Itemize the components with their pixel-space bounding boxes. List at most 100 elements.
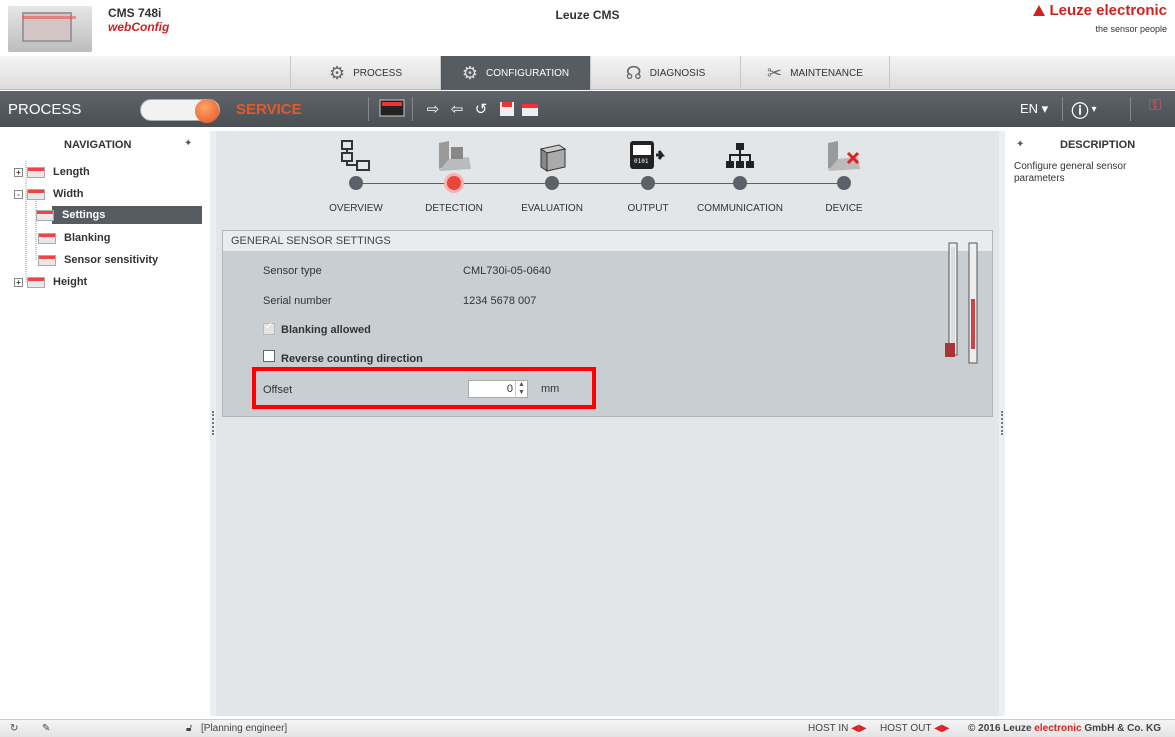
description-panel: ✦ DESCRIPTION Configure general sensor p… xyxy=(1006,131,1175,716)
general-sensor-settings-panel: GENERAL SENSOR SETTINGS Sensor type CML7… xyxy=(222,230,993,417)
step-detection-icon-box[interactable] xyxy=(404,131,504,181)
host-in-label: HOST IN xyxy=(808,723,849,734)
step-device-icon-box[interactable] xyxy=(794,131,894,181)
step-output-icon-box[interactable]: 0101 xyxy=(598,131,698,181)
description-title: DESCRIPTION xyxy=(1060,139,1136,151)
undo-icon[interactable]: ↺ xyxy=(470,98,492,120)
blanking-allowed-label: Blanking allowed xyxy=(281,324,371,336)
mode-toggle-switch[interactable] xyxy=(140,99,220,123)
language-select[interactable]: EN ▾ xyxy=(1020,101,1048,117)
copyright-brand: electronic xyxy=(1034,723,1082,734)
tab-label: CONFIGURATION xyxy=(485,67,570,79)
nav-item-label: Blanking xyxy=(64,232,111,244)
step-device-label[interactable]: DEVICE xyxy=(789,203,899,214)
toolbar-separator xyxy=(1130,97,1131,121)
blanking-allowed-checkbox: ✓ xyxy=(263,321,275,335)
brand-logo: Leuze electronic xyxy=(1033,2,1167,19)
folder-icon xyxy=(27,188,45,200)
communication-icon xyxy=(690,131,790,181)
pin-icon[interactable]: ✦ xyxy=(1016,139,1024,150)
save-icon[interactable] xyxy=(496,98,518,120)
edit-icon[interactable]: ✎ xyxy=(42,723,50,734)
step-communication-label[interactable]: COMMUNICATION xyxy=(685,203,795,214)
main-tab-bar: ⚙ PROCESS ⚙ CONFIGURATION ☊ DIAGNOSIS ✂ … xyxy=(0,56,1175,90)
sensor-type-value: CML730i-05-0640 xyxy=(463,265,552,277)
leuze-logo-icon xyxy=(1033,5,1046,16)
nav-item-label: Sensor sensitivity xyxy=(64,254,159,266)
folder-icon xyxy=(38,254,56,266)
folder-icon xyxy=(36,209,54,221)
chevron-down-icon: ▾ xyxy=(1091,103,1097,115)
step-overview-icon-box[interactable] xyxy=(306,131,406,181)
folder-icon xyxy=(27,276,45,288)
description-text: Configure general sensor parameters xyxy=(1014,161,1127,184)
reverse-counting-checkbox[interactable] xyxy=(263,350,275,362)
mode-toggle-knob[interactable] xyxy=(195,99,219,123)
monitor-icon[interactable] xyxy=(378,98,406,120)
nav-item-label: Settings xyxy=(62,209,106,221)
user-role: [Planning engineer] xyxy=(201,723,288,734)
download-icon[interactable]: ⇦ xyxy=(446,98,468,120)
nav-item-blanking[interactable]: Blanking xyxy=(38,229,110,247)
device-icon xyxy=(794,131,894,181)
step-detection-label[interactable]: DETECTION xyxy=(399,203,509,214)
right-splitter[interactable] xyxy=(999,131,1005,716)
toolbar-separator xyxy=(368,97,369,121)
nav-item-width[interactable]: - Width xyxy=(14,185,83,203)
step-communication-dot[interactable] xyxy=(733,176,747,190)
overview-icon xyxy=(306,131,406,181)
tab-configuration[interactable]: ⚙ CONFIGURATION xyxy=(440,56,590,90)
host-out-status: HOST OUT ◀▶ xyxy=(880,723,949,734)
panel-title: GENERAL SENSOR SETTINGS xyxy=(223,231,992,251)
check-icon: ✓ xyxy=(265,321,274,332)
tab-label: MAINTENANCE xyxy=(790,67,863,79)
toolbar-separator xyxy=(1062,97,1063,121)
step-evaluation-dot[interactable] xyxy=(545,176,559,190)
status-bar: ↻ ✎ 🔓︎ [Planning engineer] HOST IN ◀▶ HO… xyxy=(0,719,1175,737)
step-communication-icon-box[interactable] xyxy=(690,131,790,181)
step-overview-label[interactable]: OVERVIEW xyxy=(301,203,411,214)
step-device-dot[interactable] xyxy=(837,176,851,190)
step-evaluation-label[interactable]: EVALUATION xyxy=(497,203,607,214)
evaluation-icon xyxy=(502,131,602,181)
toolbar: PROCESS SERVICE ⇨ ⇦ ↺ EN ▾ ⓘ ▾ ⚿ xyxy=(0,91,1175,127)
splitter-grip[interactable] xyxy=(212,411,214,435)
tools-icon: ✂ xyxy=(767,62,783,83)
reverse-counting-label[interactable]: Reverse counting direction xyxy=(281,353,423,365)
nav-item-settings[interactable]: Settings xyxy=(36,206,202,224)
host-in-status: HOST IN ◀▶ xyxy=(808,723,867,734)
nav-item-label: Height xyxy=(53,276,88,288)
expand-icon[interactable]: + xyxy=(14,167,23,177)
light-curtain-sensor-image xyxy=(945,242,978,364)
expand-icon[interactable]: + xyxy=(14,277,23,287)
step-overview-dot[interactable] xyxy=(349,176,363,190)
tab-maintenance[interactable]: ✂ MAINTENANCE xyxy=(740,56,890,90)
host-in-icon: ◀▶ xyxy=(851,723,867,734)
nav-item-length[interactable]: + Length xyxy=(14,163,90,181)
serial-number-value: 1234 5678 007 xyxy=(463,295,537,307)
configuration-icon: ⚙ xyxy=(461,62,478,83)
serial-number-label: Serial number xyxy=(263,295,332,307)
step-evaluation-icon-box[interactable] xyxy=(502,131,602,181)
navigation-title: NAVIGATION xyxy=(64,139,132,151)
step-detection-dot[interactable] xyxy=(447,176,461,190)
pin-icon[interactable]: ✦ xyxy=(184,138,192,149)
nav-item-sensor-sensitivity[interactable]: Sensor sensitivity xyxy=(38,251,158,269)
nav-item-label: Length xyxy=(53,166,90,178)
login-icon[interactable]: ⚿ xyxy=(1142,97,1168,121)
upload-icon[interactable]: ⇨ xyxy=(422,98,444,120)
step-output-dot[interactable] xyxy=(641,176,655,190)
center-title: Leuze CMS xyxy=(555,8,620,22)
refresh-icon[interactable]: ↻ xyxy=(10,723,18,734)
svg-text:0101: 0101 xyxy=(634,158,649,165)
splitter-grip[interactable] xyxy=(1001,411,1003,435)
tab-diagnosis[interactable]: ☊ DIAGNOSIS xyxy=(590,56,740,90)
save-as-icon[interactable] xyxy=(520,98,542,120)
mode-process-label: PROCESS xyxy=(8,101,82,118)
tab-process[interactable]: ⚙ PROCESS xyxy=(290,56,440,90)
nav-item-label: Width xyxy=(53,188,84,200)
collapse-icon[interactable]: - xyxy=(14,189,23,199)
nav-item-height[interactable]: + Height xyxy=(14,273,87,291)
info-icon[interactable]: ⓘ ▾ xyxy=(1071,97,1097,121)
output-icon: 0101 xyxy=(598,131,698,181)
